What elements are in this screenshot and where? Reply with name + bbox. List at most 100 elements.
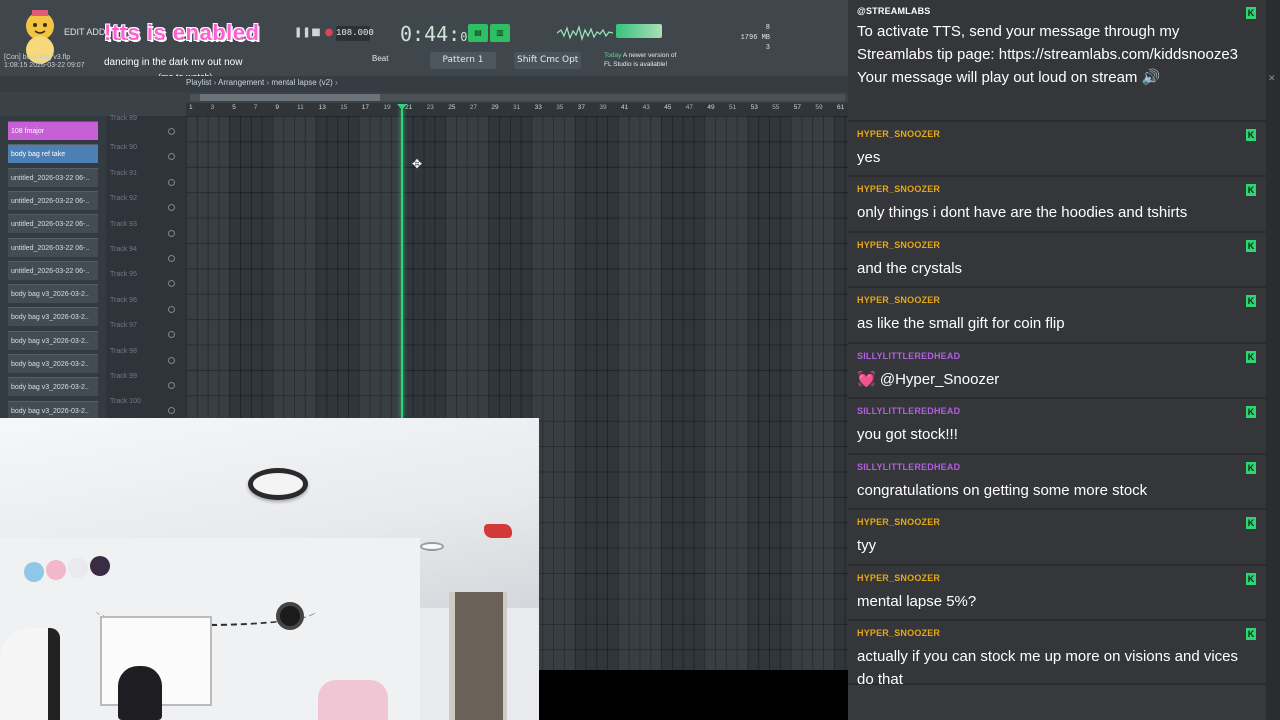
track-mute-icon[interactable] — [168, 356, 175, 364]
chat-username[interactable]: SILLYLITTLEREDHEAD — [857, 406, 960, 416]
track-mute-icon[interactable] — [168, 128, 175, 135]
news-today: Today — [604, 52, 622, 59]
record-icon[interactable]: ● — [322, 26, 336, 40]
ruler-minor-number: 59 — [815, 104, 823, 111]
ruler-minor-number: 3 — [210, 104, 215, 111]
cpu-value-b: 3 — [765, 44, 770, 52]
song-mode-chip[interactable]: ▤ — [468, 24, 488, 42]
ruler-bar-number: 1 — [189, 104, 193, 111]
news-panel[interactable]: Today A newer version of FL Studio is av… — [604, 51, 676, 69]
track-mute-icon[interactable] — [168, 305, 175, 313]
ruler-bar-number: 41 — [621, 104, 629, 111]
white-chair — [0, 628, 60, 720]
picker-item[interactable]: body bag v3_2026-03-2.. — [8, 330, 98, 350]
ruler-bar-number: 9 — [275, 104, 280, 111]
ruler-minor-number: 43 — [642, 104, 650, 111]
kick-badge-icon: K — [1246, 7, 1256, 19]
chat-message: HYPER_SNOOZER tyy K — [848, 510, 1266, 566]
chat-message: HYPER_SNOOZER actually if you can stock m… — [848, 621, 1266, 688]
plush-white — [68, 558, 88, 578]
news-line1: A newer version of — [622, 52, 677, 59]
picker-item[interactable]: untitled_2026-03-22 06-.. — [8, 190, 98, 210]
picker-item[interactable]: body bag v3_2026-03-2.. — [8, 307, 98, 327]
scrollbar-thumb[interactable] — [200, 94, 380, 101]
opt-button[interactable]: Opt — [559, 52, 582, 69]
master-volume-meter — [616, 24, 662, 38]
chat-username[interactable]: HYPER_SNOOZER — [857, 573, 940, 583]
ruler-bar-number: 25 — [448, 104, 456, 111]
picker-item[interactable]: body bag v3_2026-03-2.. — [8, 284, 98, 304]
tempo-display[interactable]: 108.000 — [336, 26, 374, 41]
picker-item[interactable]: untitled_2026-03-22 06-.. — [8, 260, 98, 280]
close-icon[interactable]: ✕ — [1268, 74, 1276, 84]
picker-item[interactable]: untitled_2026-03-22 06-.. — [8, 167, 98, 187]
ruler-bar-number: 49 — [707, 104, 715, 111]
chat-message-text: mental lapse 5%? — [857, 593, 977, 610]
chat-username[interactable]: @STREAMLABS — [857, 6, 930, 16]
chat-message: HYPER_SNOOZER mental lapse 5%? K — [848, 566, 1266, 621]
ruler-bar-number: 45 — [664, 104, 672, 111]
black-strip — [539, 670, 848, 720]
project-file-name: [Con] body bag v3.flp — [4, 54, 71, 61]
ruler-minor-number: 15 — [340, 104, 348, 111]
chat-message-text: and the crystals — [857, 260, 963, 277]
ruler-minor-number: 39 — [599, 104, 607, 111]
track-mute-icon[interactable] — [168, 229, 175, 237]
ruler-bar-number: 57 — [793, 104, 802, 111]
ruler-minor-number: 51 — [729, 104, 737, 111]
plush-toys — [24, 556, 114, 584]
breadcrumb-root[interactable]: Playlist — [186, 78, 211, 87]
chat-message-text: yes — [857, 149, 881, 166]
ceiling-lamp — [248, 468, 308, 500]
time-main: 0:44: — [400, 22, 461, 46]
chat-username[interactable]: HYPER_SNOOZER — [857, 517, 940, 527]
cpu-value-a: 8 — [765, 24, 770, 32]
pattern-mode-chip[interactable]: ▥ — [490, 24, 510, 42]
play-pause-icon[interactable]: ❚❚ — [294, 26, 311, 40]
picker-item[interactable]: 108 fmajor — [8, 121, 98, 140]
chat-message-text: as like the small gift for coin flip — [857, 315, 1065, 332]
track-mute-icon[interactable] — [168, 255, 175, 262]
ruler-bar-number: 13 — [318, 104, 326, 111]
track-mute-icon[interactable] — [168, 382, 175, 389]
person — [118, 666, 162, 720]
move-cursor-icon: ✥ — [412, 157, 423, 171]
waveform-icon — [557, 24, 613, 42]
chat-username[interactable]: HYPER_SNOOZER — [857, 184, 940, 194]
picker-item[interactable]: untitled_2026-03-22 06-.. — [8, 237, 98, 257]
chat-username[interactable]: HYPER_SNOOZER — [857, 295, 940, 305]
chat-username[interactable]: HYPER_SNOOZER — [857, 129, 940, 139]
kick-badge-icon: K — [1246, 129, 1256, 141]
chat-message: HYPER_SNOOZERas like the small gift for … — [848, 288, 1266, 344]
picker-item[interactable]: body bag v3_2026-03-2.. — [8, 377, 98, 397]
smoke-detector — [420, 542, 444, 551]
chat-message-text: actually if you can stock me up more on … — [857, 648, 1239, 688]
track-mute-icon[interactable] — [168, 178, 175, 186]
picker-item[interactable]: untitled_2026-03-22 06-.. — [8, 214, 98, 234]
ruler-bar-number: 61 — [837, 104, 845, 111]
picker-item[interactable]: body bag v3_2026-03-2.. — [8, 400, 98, 420]
vinyl-record — [276, 602, 304, 630]
chat-username[interactable]: SILLYLITTLEREDHEAD — [857, 462, 960, 472]
chat-username[interactable]: SILLYLITTLEREDHEAD — [857, 351, 960, 361]
chat-scrollbar[interactable] — [1266, 0, 1280, 720]
picker-item[interactable]: body bag v3_2026-03-2.. — [8, 354, 98, 373]
ruler-minor-number: 55 — [772, 104, 780, 111]
kick-badge-icon: K — [1246, 462, 1256, 474]
breadcrumb: Playlist › Arrangement › mental lapse (v… — [186, 78, 338, 87]
chat-message: SILLYLITTLEREDHEAD you got stock!!! K — [848, 399, 1266, 455]
ruler-bar-number: 33 — [534, 104, 542, 111]
pattern-selector[interactable]: Pattern 1 — [430, 52, 496, 69]
chat-username[interactable]: HYPER_SNOOZER — [857, 628, 940, 638]
breadcrumb-leaf[interactable]: mental lapse (v2) — [271, 78, 332, 87]
doorway — [449, 592, 507, 720]
picker-item[interactable]: body bag ref take — [8, 144, 98, 164]
tts-banner: !tts is enabled — [104, 20, 260, 45]
menu-edit-add[interactable]: EDIT ADD — [64, 27, 105, 37]
chat-username[interactable]: HYPER_SNOOZER — [857, 240, 940, 250]
stop-icon[interactable]: ■ — [309, 26, 323, 40]
ruler-bar-number: 17 — [361, 104, 370, 111]
ruler-minor-number: 31 — [513, 104, 521, 111]
breadcrumb-mid[interactable]: Arrangement — [218, 78, 264, 87]
snap-beat-label[interactable]: Beat — [372, 54, 388, 63]
